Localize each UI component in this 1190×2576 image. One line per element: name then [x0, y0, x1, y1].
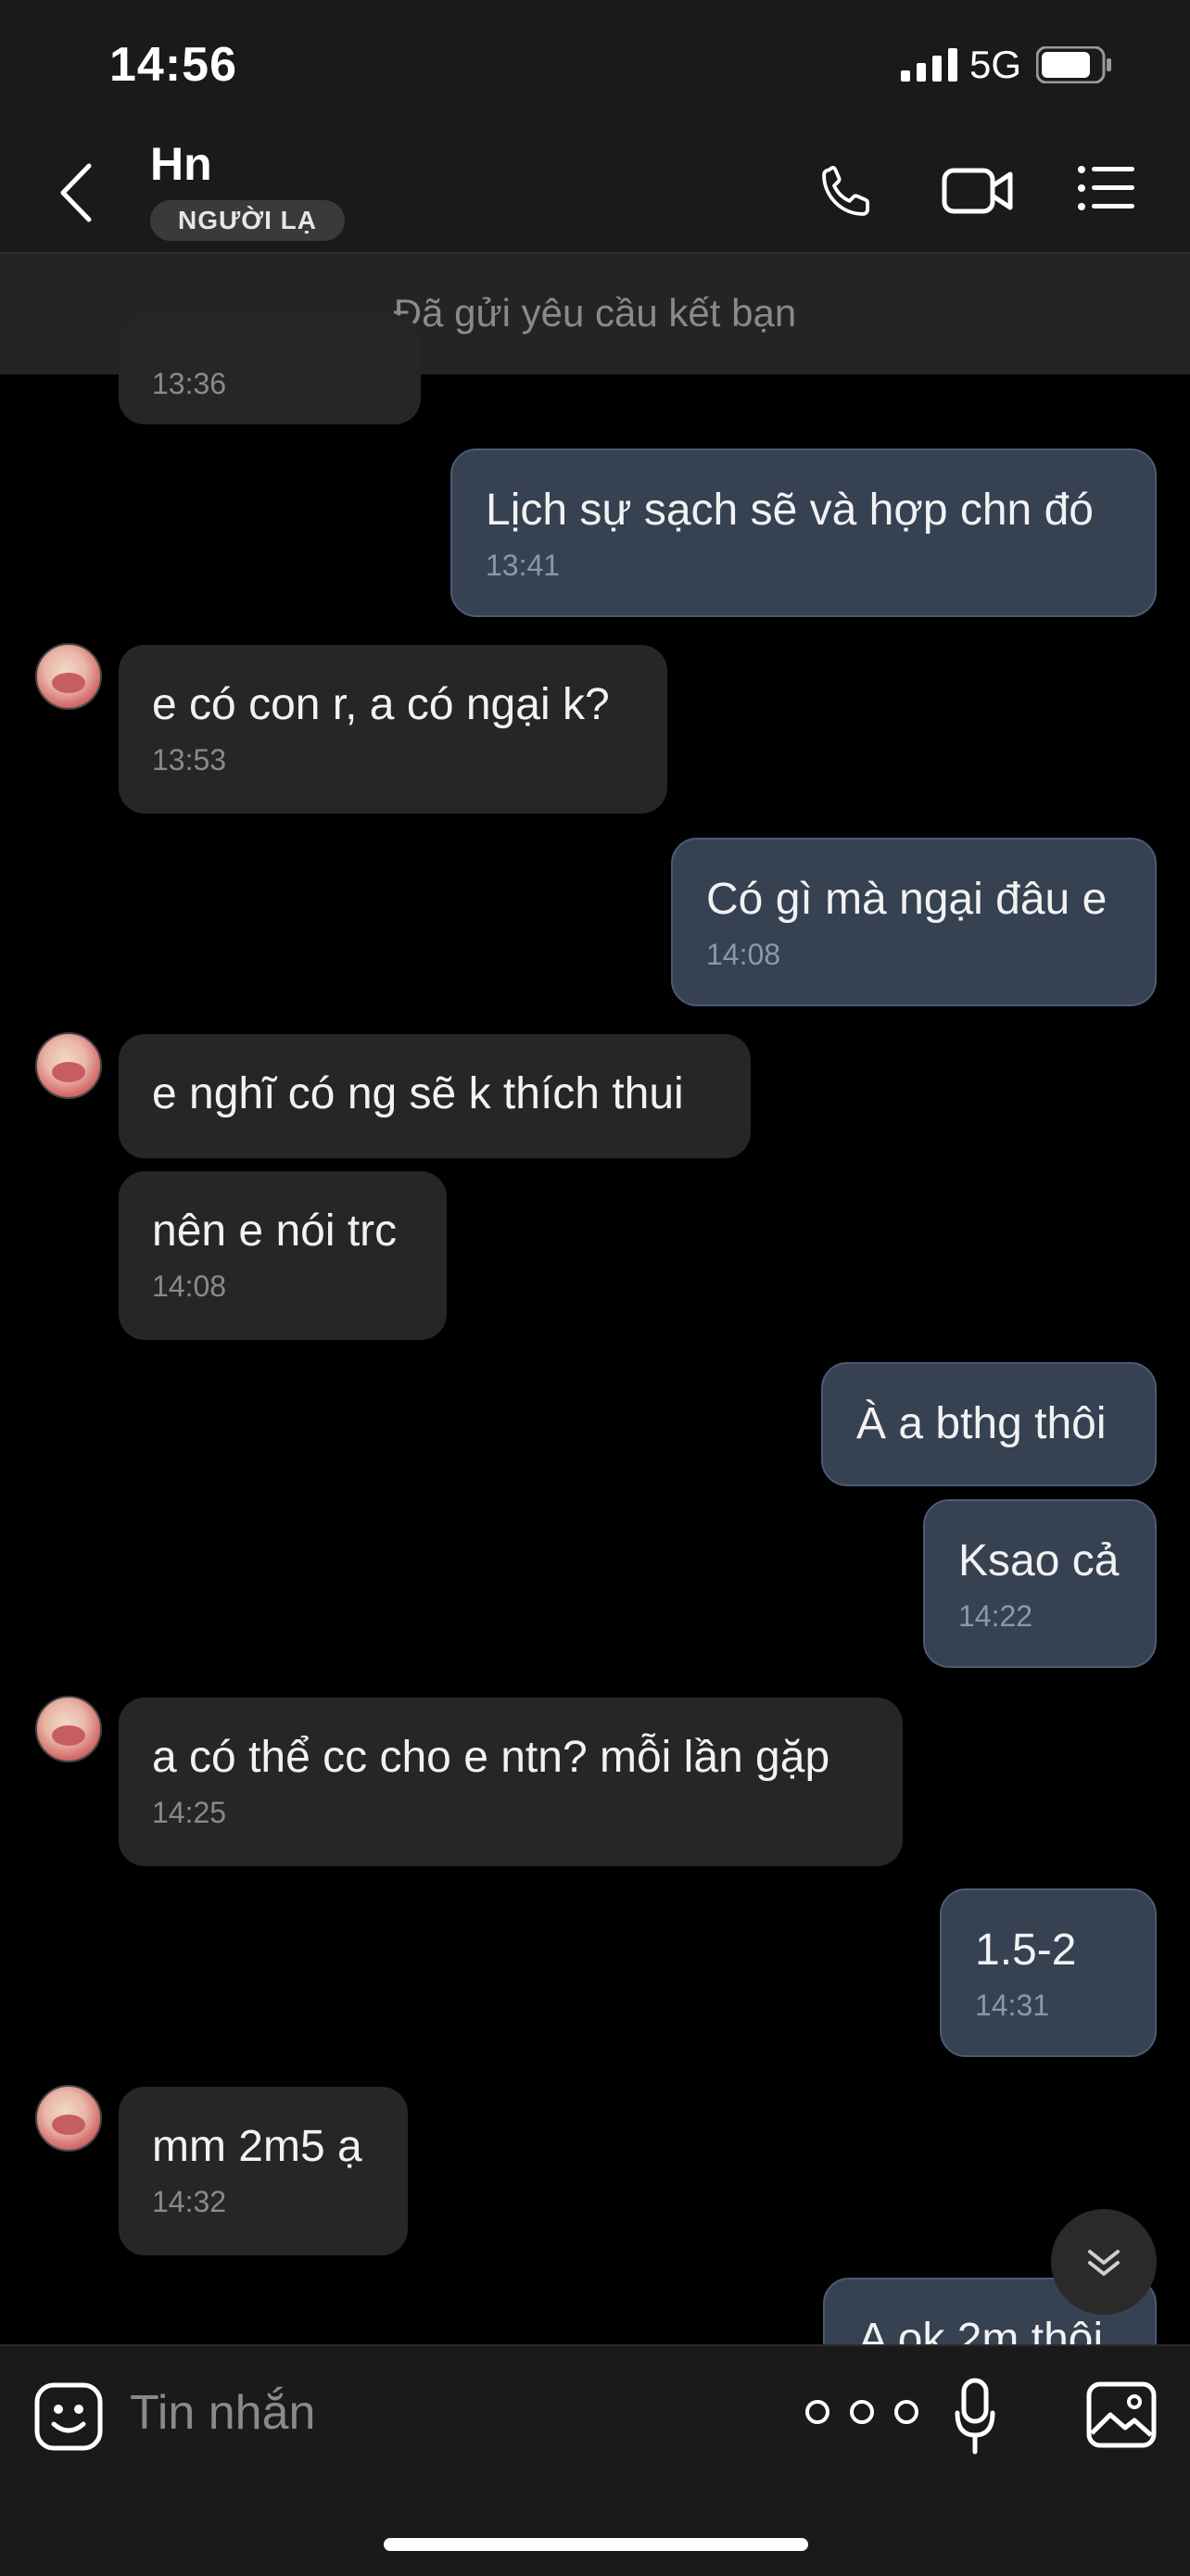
message-bubble-incoming[interactable]: a có thể cc cho e ntn? mỗi lần gặp 14:25 — [119, 1698, 903, 1866]
message-time: 13:36 — [152, 367, 227, 400]
message-text: e có con r, a có ngại k? — [152, 680, 610, 729]
message-bubble-incoming[interactable]: e nghĩ có ng sẽ k thích thui — [119, 1034, 751, 1158]
message-bubble-incoming[interactable]: 13:36 — [119, 315, 421, 424]
message-text: nên e nói trc — [152, 1206, 398, 1256]
message-time: 13:53 — [152, 743, 227, 777]
image-gallery-icon[interactable] — [1086, 2381, 1157, 2448]
message-time: 14:25 — [152, 1796, 227, 1829]
scroll-to-bottom-button[interactable] — [1051, 2209, 1157, 2315]
message-bubble-outgoing[interactable]: À a bthg thôi — [821, 1362, 1157, 1486]
double-chevron-down-icon — [1088, 2250, 1120, 2276]
message-text: À a bthg thôi — [856, 1399, 1107, 1448]
stranger-badge: NGƯỜI LẠ — [150, 200, 345, 241]
message-input[interactable] — [130, 2383, 779, 2443]
message-text: a có thể cc cho e ntn? mỗi lần gặp — [152, 1733, 830, 1782]
message-time: 13:41 — [486, 549, 561, 582]
list-menu-icon[interactable] — [1077, 165, 1136, 211]
network-type: 5G — [969, 43, 1022, 86]
contact-avatar[interactable] — [35, 1032, 102, 1099]
message-bubble-incoming[interactable]: nên e nói trc 14:08 — [119, 1171, 447, 1340]
message-bubble-incoming[interactable]: mm 2m5 ạ 14:32 — [119, 2087, 408, 2255]
message-bubble-outgoing[interactable]: 1.5-2 14:31 — [940, 1888, 1157, 2057]
message-bubble-outgoing[interactable]: Có gì mà ngại đâu e 14:08 — [671, 838, 1157, 1006]
more-dots-icon[interactable] — [801, 2398, 923, 2426]
contact-avatar[interactable] — [35, 1696, 102, 1762]
message-time: 14:31 — [975, 1989, 1050, 2022]
signal-strength-icon — [901, 48, 957, 82]
contact-avatar[interactable] — [35, 2085, 102, 2152]
message-text: mm 2m5 ạ — [152, 2122, 362, 2171]
message-text: 1.5-2 — [975, 1926, 1077, 1975]
home-indicator — [384, 2538, 808, 2551]
battery-icon — [1036, 46, 1111, 83]
sticker-face-icon[interactable] — [33, 2381, 104, 2452]
contact-name[interactable]: Hn — [150, 137, 212, 191]
message-text: e nghĩ có ng sẽ k thích thui — [152, 1069, 684, 1118]
message-text: Có gì mà ngại đâu e — [706, 875, 1108, 924]
microphone-icon[interactable] — [955, 2378, 995, 2456]
message-time: 14:32 — [152, 2185, 227, 2218]
video-camera-icon[interactable] — [942, 165, 1014, 217]
message-time: 14:22 — [958, 1599, 1033, 1633]
contact-avatar[interactable] — [35, 643, 102, 710]
message-text: Ksao cả — [958, 1536, 1120, 1585]
message-time: 14:08 — [152, 1269, 227, 1303]
message-text: Lịch sự sạch sẽ và hợp chn đó — [486, 486, 1094, 535]
message-bubble-incoming[interactable]: e có con r, a có ngại k? 13:53 — [119, 645, 667, 814]
phone-icon[interactable] — [816, 161, 877, 222]
chevron-left-icon[interactable] — [57, 162, 95, 223]
status-time: 14:56 — [109, 38, 237, 92]
message-bubble-outgoing[interactable]: Ksao cả 14:22 — [923, 1499, 1157, 1668]
message-time: 14:08 — [706, 938, 781, 971]
message-bubble-outgoing[interactable]: Lịch sự sạch sẽ và hợp chn đó 13:41 — [450, 448, 1157, 617]
